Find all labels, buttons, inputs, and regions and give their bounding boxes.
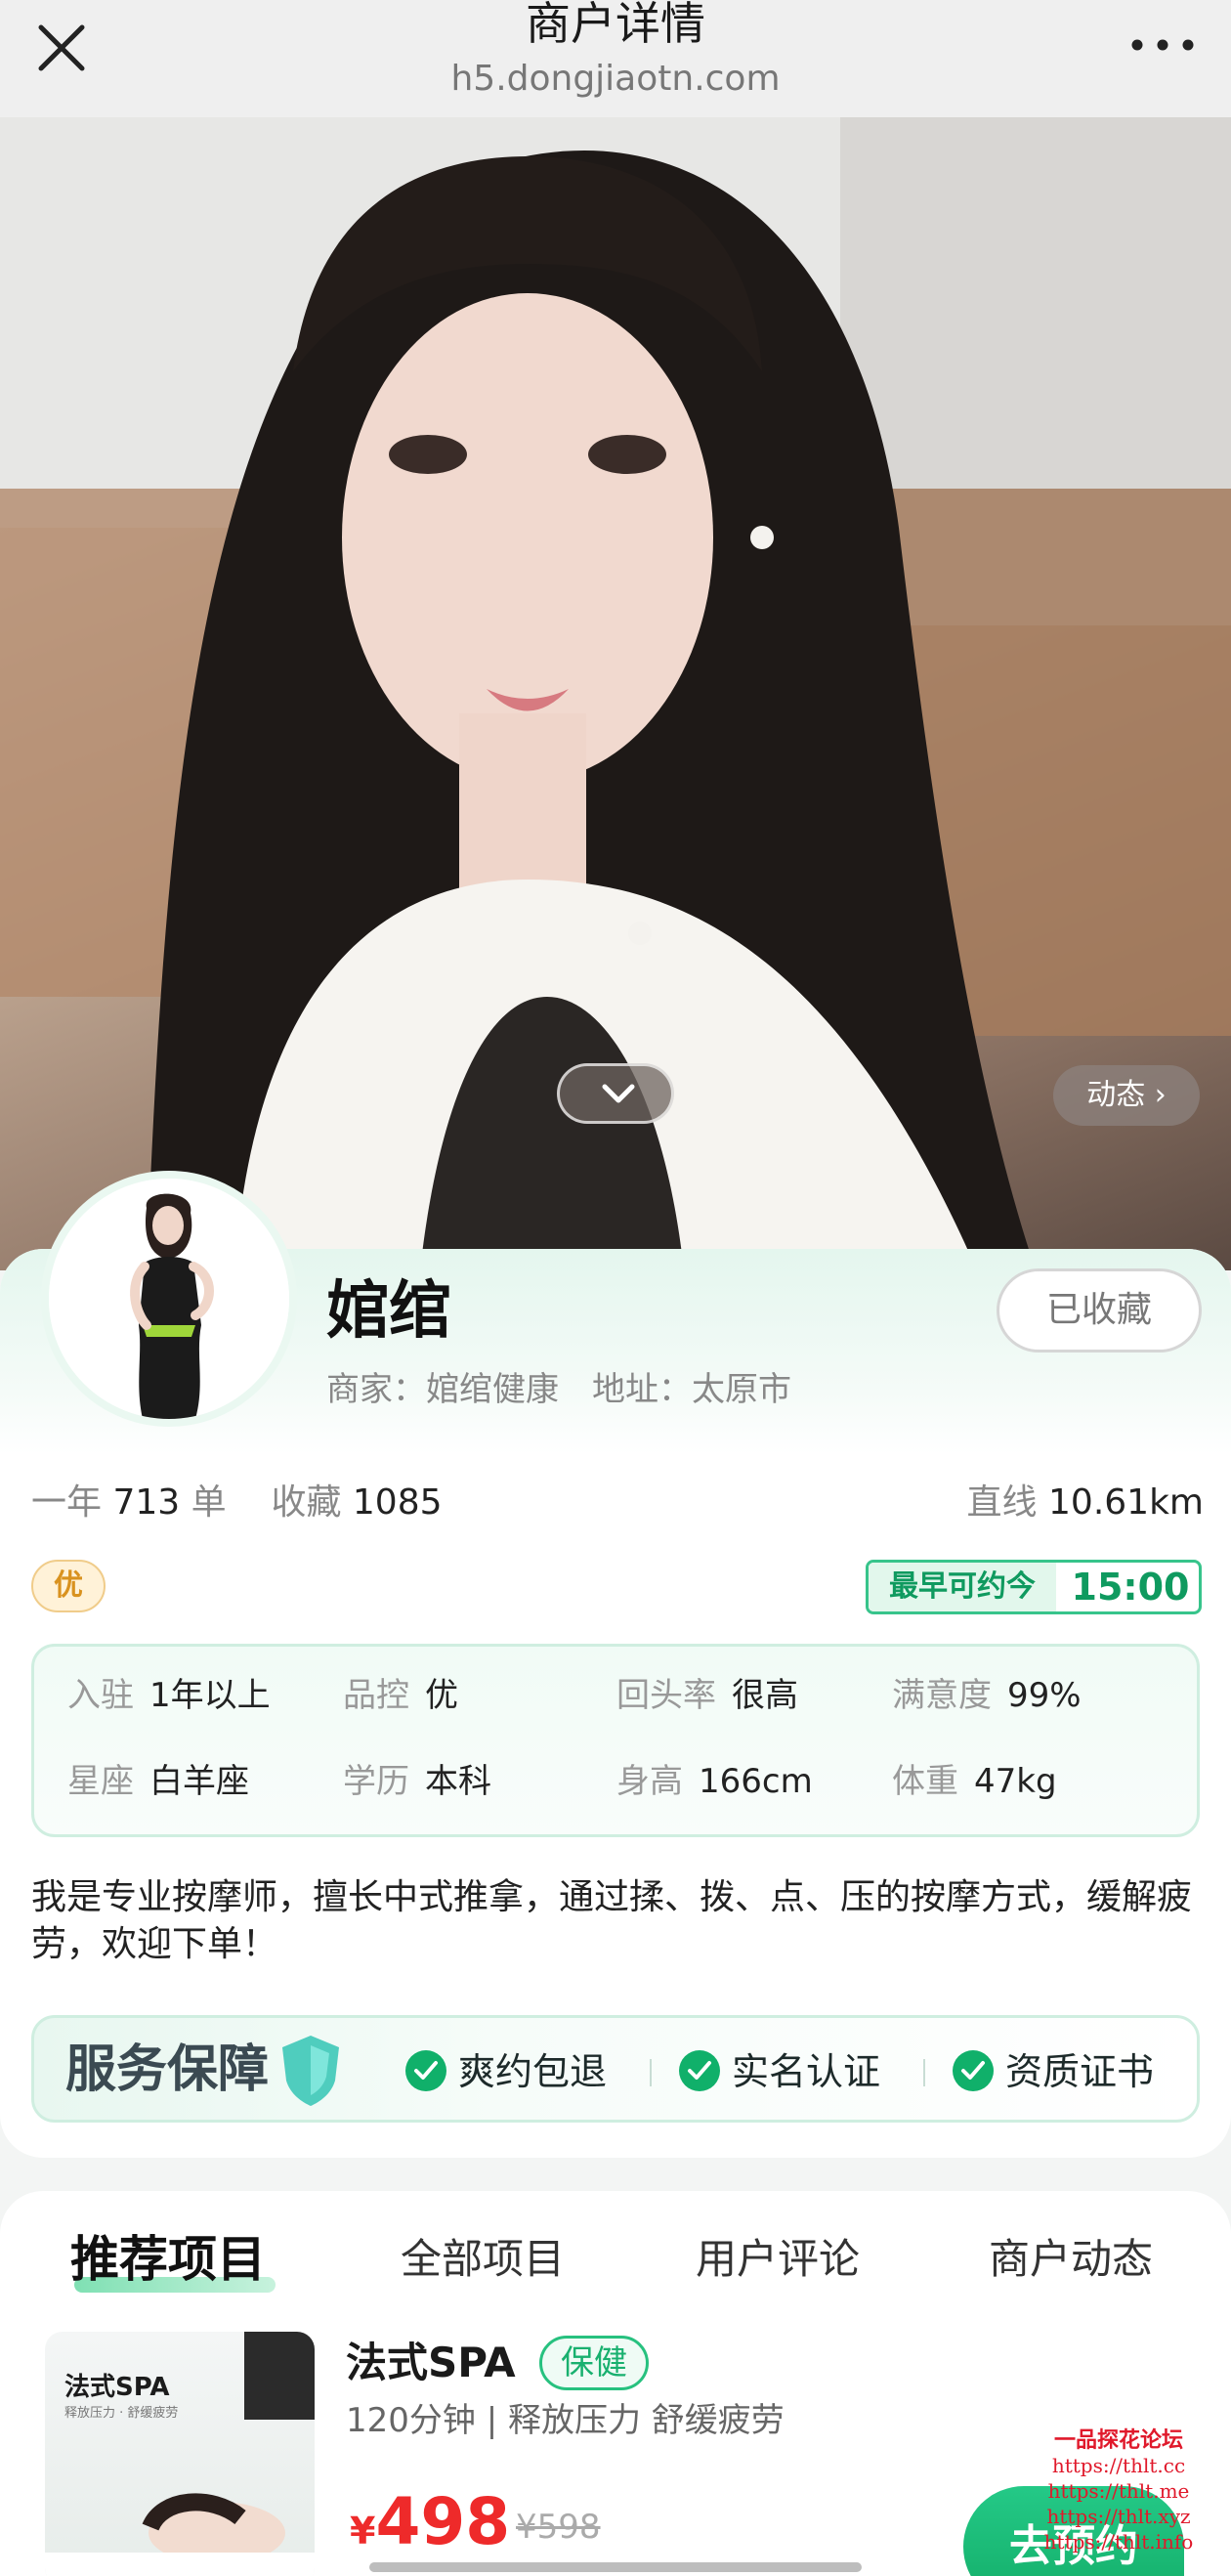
info-cell: 品控优 bbox=[343, 1672, 458, 1719]
guarantee-item: 资质证书 bbox=[953, 2047, 1154, 2096]
check-icon bbox=[953, 2049, 994, 2091]
nav-bar: 商户详情 h5.dongjiaotn.com bbox=[0, 0, 1231, 117]
guarantee-title: 服务保障 bbox=[65, 2040, 270, 2099]
info-key: 回头率 bbox=[616, 1676, 716, 1715]
merchant-label: 商家： bbox=[326, 1370, 426, 1409]
info-cell: 体重 47kg bbox=[892, 1758, 1057, 1805]
project-title[interactable]: 法式SPA bbox=[346, 2334, 516, 2392]
info-key: 学历 bbox=[343, 1762, 409, 1801]
project-thumbnail[interactable]: 法式SPA 释放压力 · 舒缓疲劳 bbox=[45, 2332, 315, 2576]
guarantee-item-label: 资质证书 bbox=[1005, 2050, 1155, 2093]
watermark-line: https://thlt.me bbox=[1047, 2479, 1190, 2503]
info-cell: 入驻 1年以上 bbox=[67, 1672, 271, 1719]
info-value: 白羊座 bbox=[149, 1762, 249, 1801]
stats-row: 一年 713 单 收藏 1085 直线 10.61km bbox=[31, 1474, 1204, 1532]
info-value: 1年以上 bbox=[149, 1676, 271, 1715]
info-value: 优 bbox=[425, 1676, 458, 1715]
address-label: 地址： bbox=[592, 1370, 692, 1409]
info-cell: 身高 166cm bbox=[616, 1758, 813, 1805]
price-currency: ¥ bbox=[350, 2510, 376, 2553]
info-key: 入驻 bbox=[67, 1676, 134, 1715]
profile-card: 婠绾 已收藏 商家：婠绾健康 地址：太原市 一年 713 单 收藏 1085 直线… bbox=[0, 1171, 1231, 2158]
more-icon[interactable] bbox=[1124, 25, 1202, 64]
watermark: 一品探花论坛 https://thlt.cc https://thlt.me h… bbox=[1016, 2427, 1221, 2555]
page-title: 商户详情 bbox=[526, 0, 705, 50]
avatar-illustration bbox=[49, 1179, 289, 1419]
order-count: 713 bbox=[112, 1482, 181, 1523]
info-key: 星座 bbox=[67, 1762, 134, 1801]
watermark-line: https://thlt.cc bbox=[1051, 2454, 1186, 2477]
hero-photo[interactable]: 动态 › bbox=[0, 117, 1231, 1270]
guarantee-item: 爽约包退 bbox=[405, 2047, 607, 2096]
guarantee-item: 实名认证 bbox=[679, 2047, 880, 2096]
year-label: 一年 bbox=[31, 1482, 103, 1523]
divider bbox=[650, 2059, 652, 2086]
info-cell: 回头率 很高 bbox=[616, 1672, 798, 1719]
tab-recommended[interactable]: 推荐项目 bbox=[70, 2232, 266, 2287]
home-indicator[interactable] bbox=[369, 2562, 862, 2572]
tab-user-reviews[interactable]: 用户评论 bbox=[696, 2232, 860, 2287]
merchant-bio: 我是专业按摩师，擅长中式推拿，通过揉、拨、点、压的按摩方式，缓解疲劳，欢迎下单！ bbox=[31, 1877, 1193, 1964]
info-key: 身高 bbox=[616, 1762, 683, 1801]
check-icon bbox=[679, 2049, 720, 2091]
quality-badge: 优 bbox=[31, 1560, 106, 1612]
thumb-illustration bbox=[45, 2332, 315, 2576]
divider bbox=[923, 2059, 925, 2086]
avatar[interactable] bbox=[41, 1171, 297, 1427]
merchant-info: 商家：婠绾健康 地址：太原市 bbox=[326, 1366, 791, 1413]
address-value: 太原市 bbox=[692, 1370, 791, 1409]
info-value: 很高 bbox=[732, 1676, 798, 1715]
watermark-line: https://thlt.xyz bbox=[1046, 2505, 1191, 2528]
fav-count-label: 收藏 bbox=[271, 1482, 342, 1523]
info-value: 166cm bbox=[699, 1762, 813, 1801]
info-value: 99% bbox=[1007, 1676, 1082, 1715]
distance-label: 直线 bbox=[966, 1482, 1038, 1523]
project-tag: 保健 bbox=[539, 2336, 649, 2390]
info-cell: 满意度 99% bbox=[892, 1672, 1082, 1719]
merchant-value: 婠绾健康 bbox=[426, 1370, 559, 1409]
tab-all-projects[interactable]: 全部项目 bbox=[401, 2232, 565, 2287]
earliest-label: 最早可约今 bbox=[869, 1563, 1056, 1611]
info-cell: 学历 本科 bbox=[343, 1758, 491, 1805]
dynamic-button[interactable]: 动态 › bbox=[1053, 1065, 1200, 1126]
info-key: 品控 bbox=[343, 1676, 409, 1715]
favorite-button[interactable]: 已收藏 bbox=[997, 1268, 1202, 1352]
guarantee-item-label: 爽约包退 bbox=[458, 2050, 608, 2093]
earliest-time: 15:00 bbox=[1071, 1566, 1190, 1609]
expand-photo-button[interactable] bbox=[557, 1063, 674, 1124]
check-icon bbox=[405, 2049, 446, 2091]
guarantee-item-label: 实名认证 bbox=[732, 2050, 881, 2093]
info-value: 47kg bbox=[974, 1762, 1057, 1801]
price-value: 498 bbox=[375, 2484, 511, 2559]
info-key: 满意度 bbox=[892, 1676, 992, 1715]
original-price: ¥598 bbox=[516, 2508, 601, 2547]
tab-merchant-dynamics[interactable]: 商户动态 bbox=[989, 2232, 1153, 2287]
project-price: ¥498 bbox=[350, 2484, 510, 2559]
distance-value: 10.61km bbox=[1048, 1482, 1204, 1523]
info-key: 体重 bbox=[892, 1762, 958, 1801]
shield-icon bbox=[276, 2032, 345, 2114]
service-guarantee[interactable]: 服务保障 爽约包退 实名认证 资质证书 bbox=[31, 2015, 1200, 2123]
page-url: h5.dongjiaotn.com bbox=[450, 59, 781, 99]
merchant-name: 婠绾 bbox=[326, 1275, 451, 1348]
info-grid: 入驻 1年以上 品控优 回头率 很高 满意度 99% 星座 白羊座 学历 本科 身高 166… bbox=[31, 1644, 1200, 1837]
project-description: 120分钟 | 释放压力 舒缓疲劳 bbox=[346, 2401, 785, 2440]
watermark-line: 一品探花论坛 bbox=[1053, 2427, 1183, 2453]
info-value: 本科 bbox=[425, 1762, 491, 1801]
info-cell: 星座 白羊座 bbox=[67, 1758, 249, 1805]
watermark-line: https://thlt.info bbox=[1043, 2530, 1194, 2554]
earliest-booking[interactable]: 最早可约今 15:00 bbox=[866, 1560, 1202, 1614]
order-unit: 单 bbox=[191, 1482, 227, 1523]
fav-count: 1085 bbox=[352, 1482, 443, 1523]
